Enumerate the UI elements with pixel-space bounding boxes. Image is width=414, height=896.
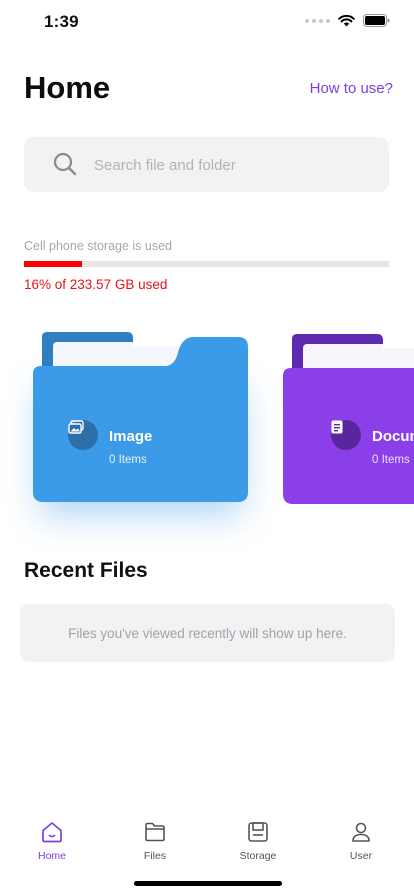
- signal-dots-icon: [305, 18, 330, 23]
- image-icon: [68, 420, 98, 450]
- folder-icon: [145, 822, 165, 842]
- recent-files-title: Recent Files: [24, 559, 148, 582]
- tab-files[interactable]: Files: [115, 820, 195, 862]
- folder-image-shape: [33, 332, 248, 502]
- tab-user[interactable]: User: [321, 820, 401, 862]
- battery-icon: [363, 14, 390, 27]
- status-time: 1:39: [44, 12, 79, 31]
- search-box[interactable]: [24, 137, 389, 194]
- home-indicator: [134, 881, 282, 886]
- tab-label: User: [349, 850, 373, 862]
- storage-used-text: 16% of 233.57 GB used: [24, 277, 168, 292]
- home-icon: [42, 822, 62, 843]
- how-to-use-link[interactable]: How to use?: [310, 80, 393, 97]
- status-icons: [305, 14, 390, 27]
- tab-home[interactable]: Home: [12, 820, 92, 862]
- user-icon: [352, 822, 370, 842]
- storage-label: Cell phone storage is used: [24, 239, 173, 253]
- tab-label: Home: [37, 850, 66, 862]
- search-icon: [53, 152, 77, 176]
- tab-label: Files: [143, 850, 167, 862]
- tab-label: Storage: [239, 850, 277, 862]
- folder-card-document[interactable]: Document 0 Items: [283, 334, 414, 504]
- search-input[interactable]: [92, 137, 376, 194]
- storage-progress-fill: [24, 261, 83, 267]
- recent-files-empty-state: Files you've viewed recently will show u…: [20, 604, 395, 662]
- folder-card-image[interactable]: Image 0 Items: [33, 332, 249, 502]
- storage-icon: [248, 822, 268, 842]
- folder-item-count: 0 Items: [372, 454, 410, 466]
- folder-item-count: 0 Items: [109, 454, 147, 466]
- folder-name: Document: [372, 428, 414, 445]
- storage-progress-bar: [24, 261, 389, 267]
- wifi-icon: [338, 14, 355, 27]
- tab-storage[interactable]: Storage: [218, 820, 298, 862]
- folder-name: Image: [109, 428, 153, 445]
- page-title: Home: [24, 70, 111, 105]
